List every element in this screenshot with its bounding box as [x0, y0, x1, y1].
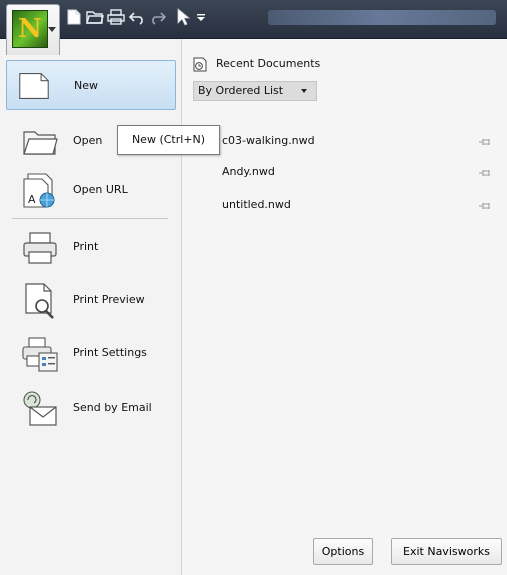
menu-item-send-by-email[interactable]: Send by Email: [6, 383, 176, 433]
print-icon: [107, 9, 125, 25]
recent-document-row[interactable]: c03-walking.nwd: [216, 132, 496, 152]
quick-access-new[interactable]: [66, 8, 82, 26]
options-button[interactable]: Options: [313, 538, 373, 565]
open-folder-icon: [86, 11, 104, 24]
menu-item-open-url[interactable]: A Open URL: [6, 165, 176, 215]
pin-icon[interactable]: [478, 168, 492, 178]
order-dropdown-value: By Ordered List: [198, 84, 284, 97]
pin-icon[interactable]: [478, 137, 492, 147]
application-menu-button[interactable]: N: [6, 4, 60, 55]
open-url-icon: A: [23, 173, 55, 208]
navisworks-logo-icon: N: [12, 10, 48, 48]
new-document-icon: [67, 9, 81, 25]
recent-document-name: untitled.nwd: [222, 198, 291, 211]
window-title-blurred: [268, 10, 496, 25]
menu-item-label: Print: [73, 240, 99, 253]
quick-access-print[interactable]: [107, 8, 125, 26]
undo-icon: [128, 12, 143, 25]
menu-item-print[interactable]: Print: [6, 222, 176, 272]
quick-access-select[interactable]: [176, 8, 191, 26]
print-settings-icon: [22, 337, 58, 372]
application-menu-pane: New Open A Open URL Print Print Preview …: [0, 39, 182, 575]
print-preview-icon: [25, 283, 54, 319]
menu-separator: [12, 218, 168, 219]
chevron-down-icon: [48, 27, 56, 32]
recent-document-name: Andy.nwd: [222, 165, 275, 178]
exit-navisworks-button[interactable]: Exit Navisworks: [391, 538, 502, 565]
new-tooltip: New (Ctrl+N): [117, 125, 220, 155]
pin-icon[interactable]: [478, 201, 492, 211]
menu-item-print-settings[interactable]: Print Settings: [6, 328, 176, 378]
chevron-down-icon: [301, 89, 307, 93]
customize-dropdown-icon: [197, 14, 205, 21]
menu-item-label: Print Preview: [73, 293, 145, 306]
select-arrow-icon: [177, 8, 191, 26]
recent-documents-icon: [193, 57, 207, 72]
menu-item-new[interactable]: New: [6, 60, 176, 110]
new-document-icon: [19, 73, 49, 99]
quick-access-open[interactable]: [86, 8, 104, 26]
recent-document-row[interactable]: untitled.nwd: [216, 196, 496, 216]
redo-icon: [152, 12, 167, 25]
quick-access-customize[interactable]: [196, 8, 206, 26]
title-bar: [0, 0, 507, 39]
menu-item-label: Send by Email: [73, 401, 152, 414]
menu-item-print-preview[interactable]: Print Preview: [6, 275, 176, 325]
recent-document-name: c03-walking.nwd: [222, 134, 315, 147]
quick-access-redo[interactable]: [149, 8, 167, 26]
menu-item-label: New: [74, 79, 98, 92]
open-folder-icon: [23, 131, 58, 155]
recent-document-row[interactable]: Andy.nwd: [216, 163, 496, 183]
menu-item-label: Print Settings: [73, 346, 147, 359]
svg-text:A: A: [28, 193, 36, 206]
printer-icon: [23, 232, 57, 264]
menu-item-label: Open URL: [73, 183, 128, 196]
menu-item-label: Open: [73, 134, 103, 147]
order-dropdown[interactable]: By Ordered List: [193, 81, 317, 101]
quick-access-undo[interactable]: [128, 8, 146, 26]
email-icon: [23, 391, 57, 426]
recent-documents-title: Recent Documents: [216, 57, 321, 70]
